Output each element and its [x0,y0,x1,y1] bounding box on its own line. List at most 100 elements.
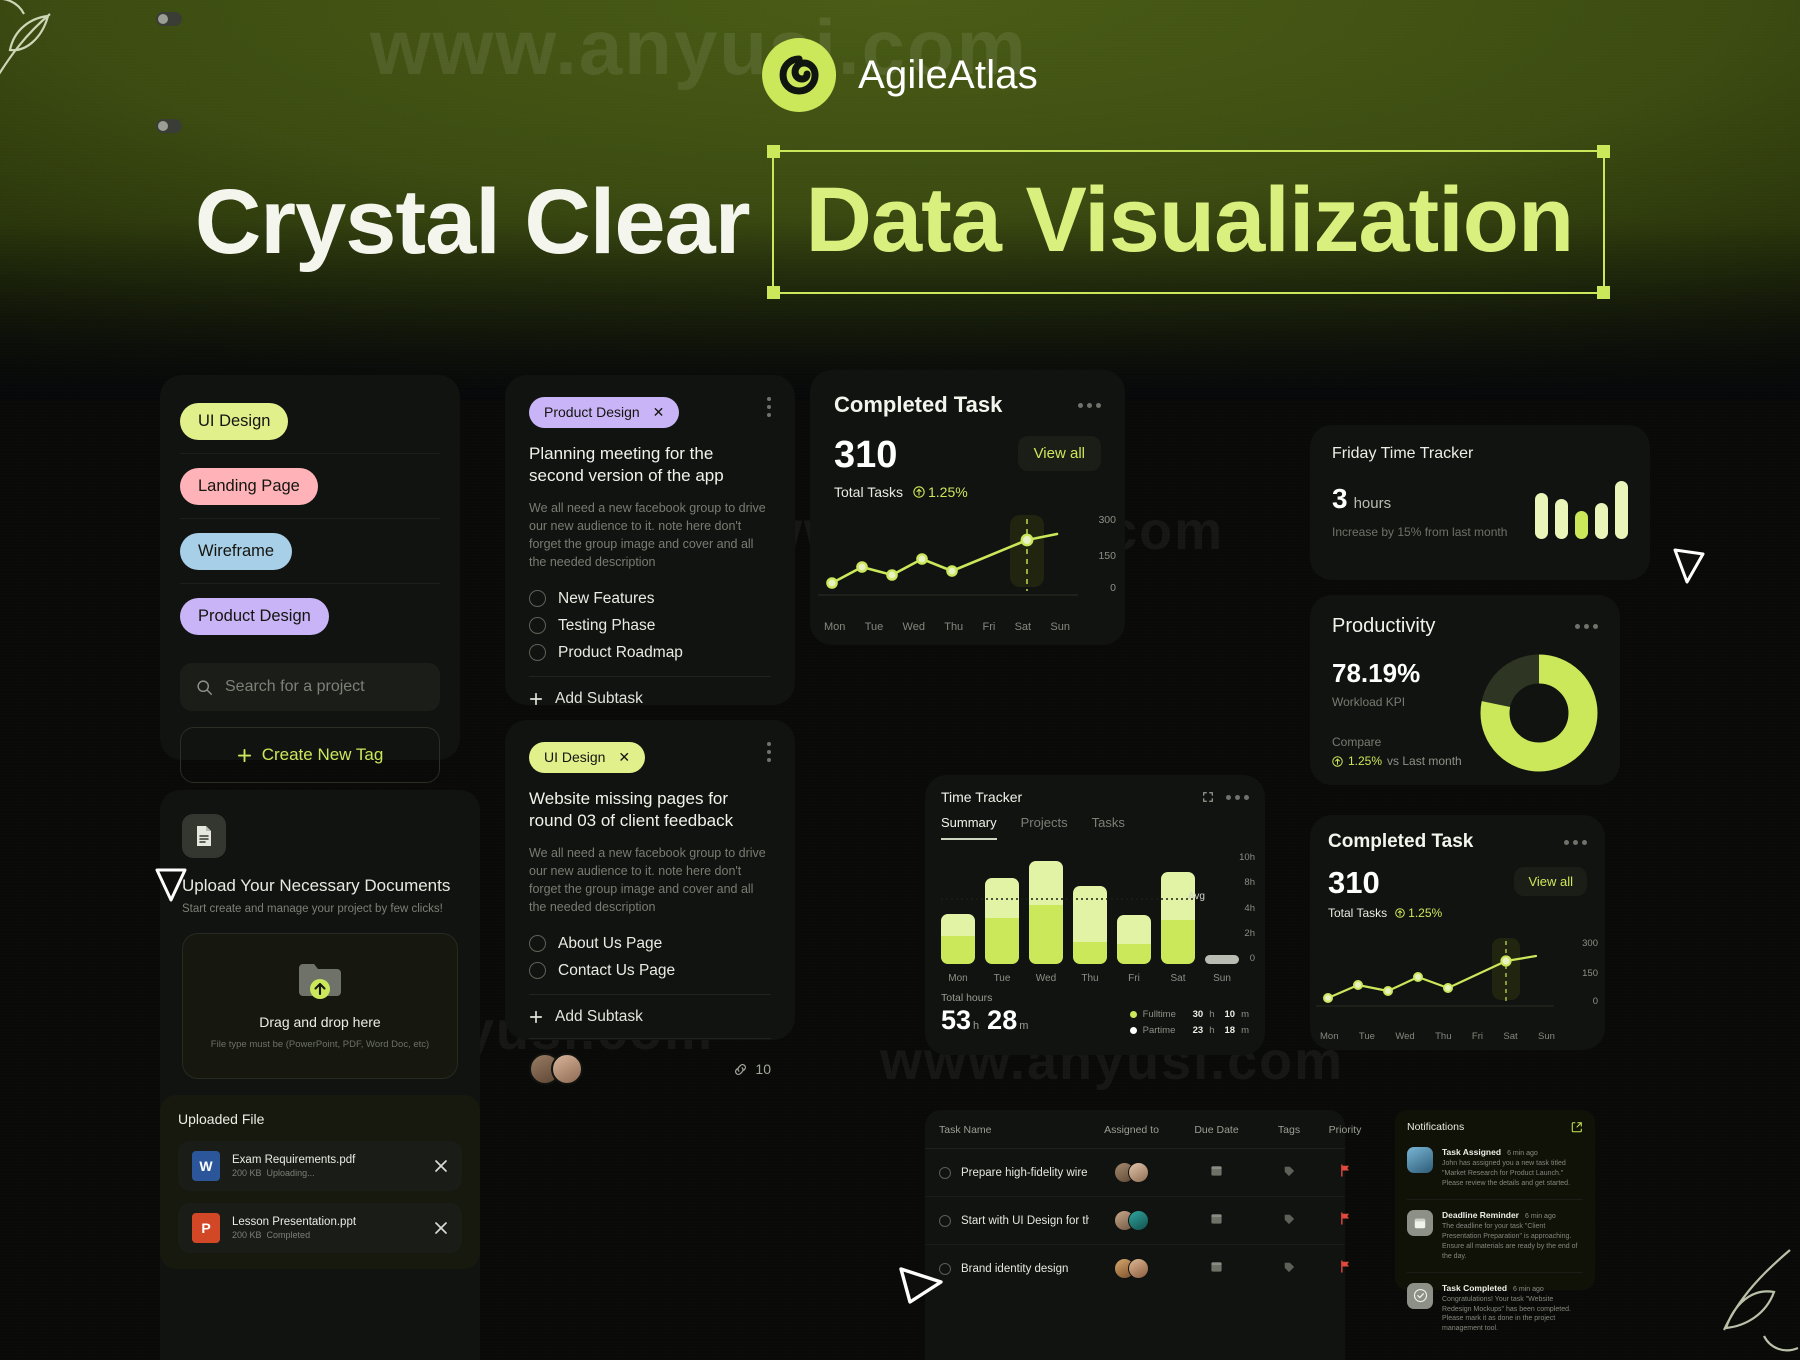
trend-up-icon [1395,908,1405,918]
folder-upload-icon [297,960,343,1000]
subtask-checkbox[interactable] [529,644,546,661]
task-tag[interactable]: Product Design ✕ [529,397,680,428]
bar-mon [941,914,975,964]
priority-flag-icon[interactable] [1319,1163,1371,1182]
expand-icon[interactable] [1202,791,1214,803]
bar [1615,481,1628,539]
app-screenshot: www.anyusi.com www.anyusi.com www.anyusi… [0,0,1800,1360]
assignee-avatars[interactable] [1089,1258,1174,1279]
remove-tag-icon[interactable]: ✕ [618,749,630,765]
column-tags: Tags [1277,1124,1301,1136]
add-subtask-button[interactable]: Add Subtask [529,676,771,708]
subtask-item[interactable]: Product Roadmap [529,639,771,666]
notification-time: 6 min ago [1525,1212,1556,1220]
file-status: Completed [266,1230,311,1240]
assignee-avatars[interactable] [1089,1162,1174,1183]
tag-row[interactable]: Wireframe [180,519,440,584]
subtask-item[interactable]: Testing Phase [529,612,771,639]
resize-handle-top-right[interactable] [1597,145,1611,158]
tag-row[interactable]: Product Design [180,584,440,649]
more-options-icon[interactable] [1226,794,1249,800]
row-checkbox[interactable] [939,1214,951,1227]
search-input[interactable]: Search for a project [180,663,440,711]
tag-icon[interactable] [1259,1212,1319,1230]
notification-item[interactable]: Task Completed 6 min ago Congratulations… [1407,1273,1583,1345]
search-icon [197,679,213,695]
legend-fulltime: Fulltime 30 h 10 m [1129,1009,1249,1020]
due-date-icon[interactable] [1174,1212,1259,1230]
subtask-checkbox[interactable] [529,590,546,607]
tag-icon[interactable] [1259,1164,1319,1182]
task-card-footer: 10 [529,1038,771,1085]
tag-chip-landing-page[interactable]: Landing Page [180,467,318,505]
dropzone[interactable]: Drag and drop here File type must be (Po… [182,933,458,1079]
assignee-avatars[interactable] [1089,1210,1174,1231]
table-header: Task Name Assigned to Due Date Tags Prio… [925,1110,1361,1149]
task-menu-icon[interactable] [767,742,771,762]
task-tag[interactable]: UI Design ✕ [529,742,646,773]
column-task-name: Task Name [939,1124,992,1136]
column-assigned-to: Assigned to [1104,1124,1159,1136]
svg-text:300: 300 [1098,514,1116,526]
subtask-item[interactable]: New Features [529,585,771,612]
cursor-pointer-icon [155,868,187,902]
view-all-button[interactable]: View all [1017,436,1101,471]
tag-row[interactable]: UI Design [180,389,440,454]
check-icon [1407,1282,1433,1309]
column-due-date: Due Date [1194,1124,1239,1136]
tag-icon[interactable] [1259,1260,1319,1278]
uploaded-file-row[interactable]: W Exam Requirements.pdf 200 KB Uploading… [178,1141,462,1191]
resize-handle-bottom-right[interactable] [1597,286,1611,299]
table-row[interactable]: Brand identity design [925,1245,1349,1292]
tab-projects[interactable]: Projects [1021,815,1068,840]
integration-toggle[interactable] [156,12,182,26]
attachment-count[interactable]: 10 [733,1061,771,1077]
subtask-checkbox[interactable] [529,935,546,952]
resize-handle-top-left[interactable] [766,145,780,158]
table-row[interactable]: Prepare high-fidelity wire [925,1149,1349,1197]
create-new-tag-button[interactable]: Create New Tag [180,727,440,783]
notification-item[interactable]: Deadline Reminder 6 min ago The deadline… [1407,1200,1583,1273]
tag-chip-product-design[interactable]: Product Design [180,598,329,635]
subtask-item[interactable]: About Us Page [529,930,771,957]
task-menu-icon[interactable] [767,397,771,417]
upload-documents-panel: Upload Your Necessary Documents Start cr… [160,790,480,1360]
remove-tag-icon[interactable]: ✕ [653,404,665,420]
notification-item[interactable]: Task Assigned 6 min ago John has assigne… [1407,1137,1583,1200]
close-icon[interactable] [434,1221,448,1235]
notification-body: Congratulations! Your task "Website Rede… [1442,1295,1571,1333]
task-name: Prepare high-fidelity wire [961,1166,1088,1179]
add-subtask-button[interactable]: Add Subtask [529,994,771,1026]
priority-flag-icon[interactable] [1319,1259,1371,1278]
svg-text:150: 150 [1098,550,1116,562]
subtask-label: Testing Phase [558,616,656,634]
more-options-icon[interactable] [1078,402,1101,408]
completed-task-card: Completed Task 310 Total Tasks 1.25% Vie… [1310,815,1605,1050]
external-link-icon[interactable] [1571,1121,1583,1133]
total-minutes-value: 28 [987,1005,1018,1035]
row-checkbox[interactable] [939,1166,951,1179]
subtask-item[interactable]: Contact Us Page [529,957,771,984]
spiral-logo-icon [762,38,837,112]
tab-tasks[interactable]: Tasks [1092,815,1125,840]
due-date-icon[interactable] [1174,1260,1259,1278]
close-icon[interactable] [434,1159,448,1173]
tag-chip-wireframe[interactable]: Wireframe [180,532,293,570]
more-options-icon[interactable] [1575,624,1598,629]
assignee-avatars[interactable] [529,1053,583,1085]
tag-chip-ui-design[interactable]: UI Design [180,402,289,440]
subtask-checkbox[interactable] [529,962,546,979]
tab-summary[interactable]: Summary [941,815,997,840]
due-date-icon[interactable] [1174,1164,1259,1182]
view-all-button[interactable]: View all [1514,867,1587,896]
subtask-checkbox[interactable] [529,617,546,634]
uploaded-file-row[interactable]: P Lesson Presentation.ppt 200 KB Complet… [178,1203,462,1253]
priority-flag-icon[interactable] [1319,1211,1371,1230]
more-options-icon[interactable] [1564,839,1587,845]
resize-handle-bottom-left[interactable] [766,286,780,299]
integration-toggle[interactable] [156,119,182,133]
table-row[interactable]: Start with UI Design for th [925,1197,1349,1245]
add-subtask-label: Add Subtask [555,1008,643,1025]
tag-row[interactable]: Landing Page [180,454,440,519]
bar-sat [1161,872,1195,964]
